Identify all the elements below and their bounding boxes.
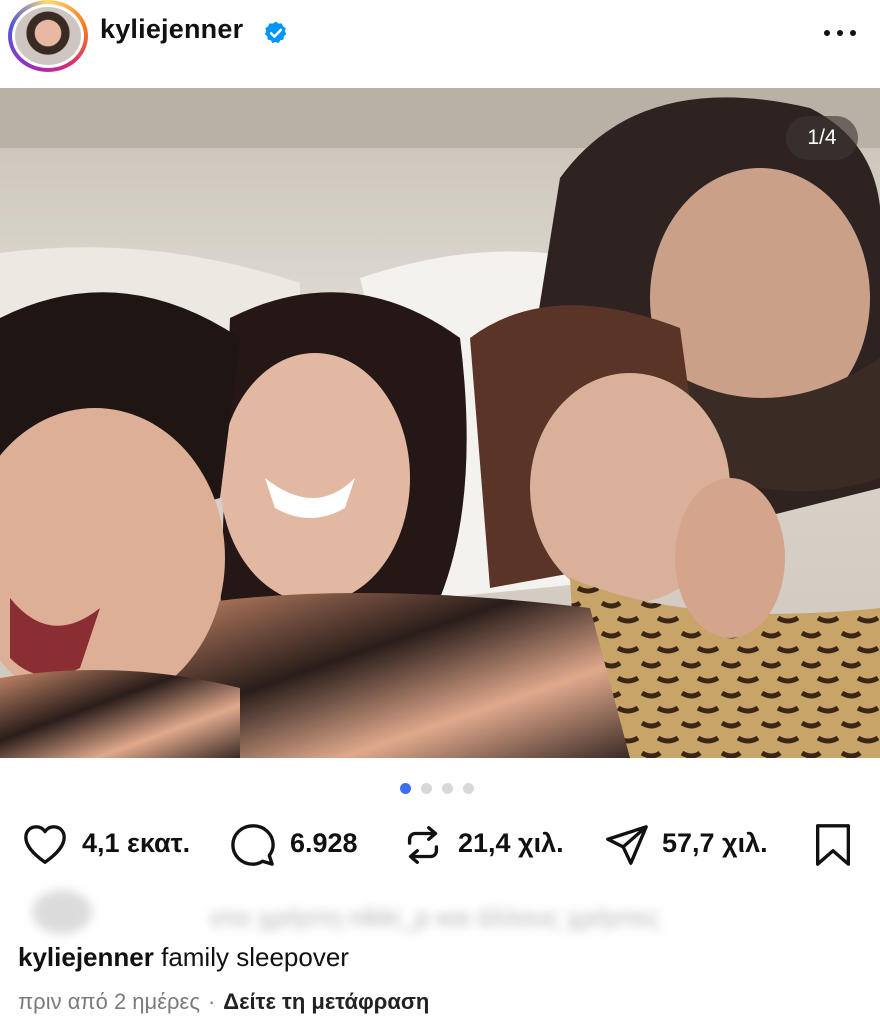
more-options-button[interactable]: [820, 18, 860, 46]
caption-username[interactable]: kyliejenner: [18, 942, 154, 972]
carousel-dot-active: [400, 783, 411, 794]
post-meta: πριν από 2 ημέρες · Δείτε τη μετάφραση: [18, 989, 429, 1015]
comment-icon[interactable]: [230, 822, 276, 868]
share-count[interactable]: 57,7 χιλ.: [662, 828, 768, 859]
action-bar: 4,1 εκατ. 6.928 21,4 χιλ. 57,7 χιλ.: [0, 818, 880, 874]
more-dots-icon: [824, 30, 830, 36]
liked-by-row[interactable]: στο χρήστη nikki_p και άλλους χρήστες: [10, 884, 790, 940]
caption-text: family sleepover: [161, 942, 349, 972]
bookmark-icon[interactable]: [810, 822, 856, 868]
carousel-dot: [421, 783, 432, 794]
profile-avatar[interactable]: [12, 4, 84, 68]
heart-icon[interactable]: [22, 822, 68, 868]
carousel-dot: [463, 783, 474, 794]
repost-icon[interactable]: [400, 822, 446, 868]
group-selfie-photo: [0, 88, 880, 758]
liked-by-text: στο χρήστη nikki_p και άλλους χρήστες: [210, 902, 660, 932]
post-image[interactable]: 1/4: [0, 88, 880, 758]
liked-by-avatar: [32, 890, 92, 934]
meta-separator: ·: [207, 989, 216, 1014]
repost-count[interactable]: 21,4 χιλ.: [458, 828, 564, 859]
post-header: kyliejenner: [0, 0, 880, 88]
see-translation-link[interactable]: Δείτε τη μετάφραση: [223, 989, 429, 1014]
carousel-dot: [442, 783, 453, 794]
username[interactable]: kyliejenner: [100, 14, 243, 45]
slide-counter: 1/4: [786, 116, 858, 160]
post-time: πριν από 2 ημέρες: [18, 989, 200, 1014]
like-count[interactable]: 4,1 εκατ.: [82, 828, 190, 859]
verified-badge-icon: [264, 21, 287, 44]
comment-count[interactable]: 6.928: [290, 828, 358, 859]
story-ring[interactable]: [8, 0, 88, 72]
caption: kyliejenner family sleepover: [18, 942, 349, 973]
share-icon[interactable]: [604, 822, 650, 868]
